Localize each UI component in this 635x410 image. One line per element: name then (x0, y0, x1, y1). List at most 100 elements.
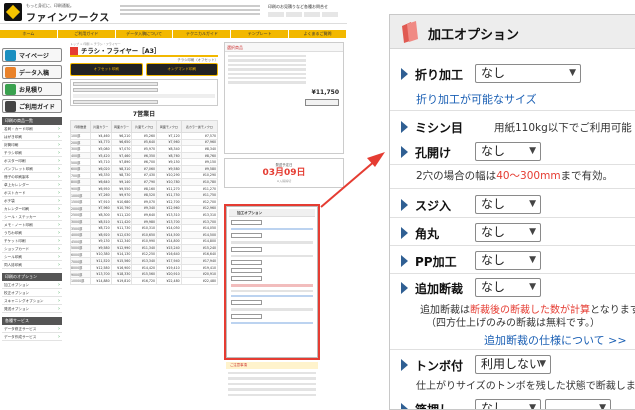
price-cell[interactable]: ¥15,240 (156, 244, 182, 252)
sidebar-item[interactable]: ポストカード (2, 189, 62, 197)
price-cell[interactable]: ¥8,720 (89, 224, 112, 232)
price-cell[interactable]: ¥14,050 (180, 224, 219, 232)
sidebar-item[interactable]: 冊子の印刷製本 (2, 173, 62, 181)
price-cell[interactable]: ¥7,570 (180, 132, 219, 140)
price-cell[interactable]: ¥12,030 (110, 230, 133, 239)
price-cell[interactable]: ¥7,430 (131, 171, 157, 180)
price-cell[interactable]: ¥8,520 (131, 191, 157, 199)
sidebar-item[interactable]: 発送オプション (2, 305, 62, 313)
sidebar-item[interactable]: 卓上カレンダー (2, 181, 62, 189)
extra-cut-spec-link[interactable]: 追加断裁の仕様について >> (484, 332, 627, 348)
price-cell[interactable]: ¥7,960 (89, 204, 112, 213)
cart-button[interactable] (305, 98, 339, 106)
price-cell[interactable]: ¥6,350 (131, 151, 157, 160)
price-cell[interactable]: ¥10,310 (131, 224, 157, 232)
price-cell[interactable]: ¥8,340 (156, 145, 182, 153)
price-cell[interactable]: ¥9,130 (89, 237, 112, 246)
price-cell[interactable]: ¥17,940 (156, 257, 182, 265)
price-cell[interactable]: ¥6,020 (89, 164, 112, 173)
price-cell[interactable]: ¥10,290 (156, 171, 182, 180)
price-cell[interactable]: ¥10,380 (89, 250, 112, 259)
price-cell[interactable]: ¥10,680 (110, 197, 133, 206)
price-cell[interactable]: ¥16,720 (131, 277, 157, 285)
logo-name[interactable]: ファインワークス (26, 9, 110, 24)
price-cell[interactable]: ¥11,120 (110, 211, 133, 219)
extra-cut-select[interactable]: なし ▼ (475, 278, 541, 297)
price-cell[interactable]: ¥7,120 (156, 132, 182, 140)
price-cell[interactable]: ¥8,160 (131, 184, 157, 193)
sidebar-item[interactable]: 加工オプション (2, 281, 62, 289)
hole-select[interactable]: なし ▼ (475, 142, 541, 161)
sidebar-item[interactable]: ポスター印刷 (2, 157, 62, 165)
sidebar-item[interactable]: チラシ印刷 (2, 149, 62, 157)
sidebar-item[interactable]: はがき印刷 (2, 133, 62, 141)
price-cell[interactable]: ¥7,060 (131, 164, 157, 173)
tab-ondemand[interactable]: オンデマンド印刷 (145, 63, 218, 76)
sidebar-item[interactable]: データ作成サービス (2, 333, 62, 341)
price-cell[interactable]: ¥19,410 (180, 263, 219, 272)
price-cell[interactable]: ¥9,580 (156, 164, 182, 173)
crease-select[interactable]: なし ▼ (475, 195, 541, 214)
price-cell[interactable]: ¥6,950 (89, 184, 112, 193)
header-links[interactable] (268, 12, 344, 20)
price-cell[interactable]: ¥12,250 (131, 250, 157, 259)
pp-select[interactable]: なし ▼ (475, 251, 541, 270)
price-cell[interactable]: ¥16,640 (180, 250, 219, 259)
price-cell[interactable]: ¥14,130 (110, 250, 133, 259)
price-cell[interactable]: ¥11,420 (110, 217, 133, 226)
spec-selectors[interactable] (70, 79, 218, 106)
price-cell[interactable]: ¥13,310 (180, 211, 219, 219)
price-cell[interactable]: ¥7,790 (131, 178, 157, 186)
sidebar-item[interactable]: パンフレット印刷 (2, 165, 62, 173)
price-cell[interactable]: ¥7,070 (110, 145, 133, 153)
price-cell[interactable]: ¥20,910 (180, 270, 219, 279)
sidebar-item[interactable]: シール・ステッカー (2, 213, 62, 221)
price-cell[interactable]: ¥11,750 (156, 191, 182, 199)
price-cell[interactable]: ¥9,970 (110, 191, 133, 199)
price-cell[interactable]: ¥10,990 (131, 237, 157, 246)
sidebar-item[interactable]: チケット印刷 (2, 237, 62, 245)
price-cell[interactable]: ¥8,920 (89, 230, 112, 239)
price-cell[interactable]: ¥5,420 (89, 151, 112, 160)
price-cell[interactable]: ¥5,260 (131, 132, 157, 140)
price-cell[interactable]: ¥12,340 (110, 237, 133, 246)
price-cell[interactable]: ¥16,900 (110, 263, 133, 272)
nav-item[interactable]: ホーム (0, 30, 58, 38)
price-cell[interactable]: ¥13,340 (131, 257, 157, 265)
price-cell[interactable]: ¥7,960 (156, 138, 182, 147)
nav-item[interactable]: テンプレート (231, 30, 290, 38)
price-cell[interactable]: ¥13,700 (180, 217, 219, 226)
price-cell[interactable]: ¥22,480 (156, 277, 182, 285)
price-cell[interactable]: ¥12,960 (180, 204, 219, 213)
price-cell[interactable]: ¥12,580 (89, 263, 112, 272)
price-cell[interactable]: ¥8,340 (180, 145, 219, 153)
sidebar-button[interactable]: ご利用ガイド (2, 99, 62, 113)
price-cell[interactable]: ¥8,510 (89, 217, 112, 226)
price-cell[interactable]: ¥9,640 (131, 211, 157, 219)
nav-item[interactable]: ご利用ガイド (58, 30, 116, 38)
sidebar-item[interactable]: シール印刷 (2, 253, 62, 261)
price-cell[interactable]: ¥14,800 (180, 237, 219, 246)
price-cell[interactable]: ¥8,760 (180, 151, 219, 160)
price-cell[interactable]: ¥12,990 (110, 244, 133, 252)
foil-select[interactable]: なし ▼ (475, 399, 541, 409)
sidebar-item[interactable]: カレンダー印刷 (2, 205, 62, 213)
price-cell[interactable]: ¥14,500 (156, 230, 182, 239)
nav-item[interactable]: テクニカルガイド (173, 30, 232, 38)
fold-select[interactable]: なし ▼ (475, 64, 581, 83)
sidebar-item[interactable]: 同人誌印刷 (2, 261, 62, 269)
round-corner-select[interactable]: なし ▼ (475, 223, 541, 242)
price-cell[interactable]: ¥7,260 (89, 191, 112, 199)
price-cell[interactable]: ¥9,140 (110, 178, 133, 186)
price-cell[interactable]: ¥9,550 (110, 184, 133, 193)
price-cell[interactable]: ¥11,340 (131, 244, 157, 252)
price-cell[interactable]: ¥16,640 (156, 250, 182, 259)
price-cell[interactable]: ¥7,890 (110, 158, 133, 166)
price-cell[interactable]: ¥6,700 (131, 158, 157, 166)
sidebar-item[interactable]: メモ・ノート印刷 (2, 221, 62, 229)
nav-item[interactable]: よくあるご質問 (289, 30, 347, 38)
sidebar-item[interactable]: ショップカード (2, 245, 62, 253)
price-cell[interactable]: ¥17,940 (180, 257, 219, 265)
price-cell[interactable]: ¥6,210 (110, 132, 133, 140)
price-cell[interactable]: ¥22,480 (180, 277, 219, 285)
